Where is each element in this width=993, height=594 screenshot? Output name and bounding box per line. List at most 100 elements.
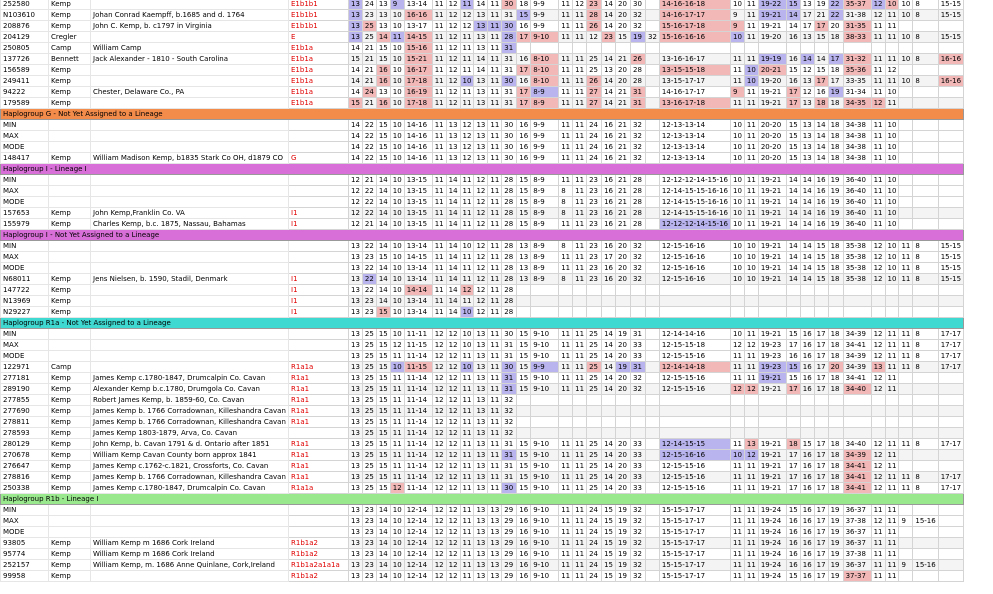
marker-cell: 11 [558,20,574,32]
marker-cell: 17 [516,97,532,109]
marker-cell: 15 [601,548,616,560]
marker-cell: 12 [870,240,886,252]
marker-cell [572,306,588,318]
marker-cell: 11 [729,64,745,76]
marker-cell: 20 [614,383,631,395]
marker-cell: 15 [516,174,532,186]
surname-cell: Kemp [48,372,91,384]
marker-cell: 9-10 [530,559,560,571]
marker-cell: 11 [459,471,475,483]
marker-cell: 11 [487,218,503,230]
marker-cell: 13 [473,526,489,538]
marker-cell: 33 [629,339,646,351]
marker-cell: 13 [348,570,363,582]
marker-cell [644,86,660,98]
marker-cell: 11 [870,152,886,164]
ancestor-cell [90,295,289,307]
marker-cell: 12 [348,196,363,208]
marker-cell: 13 [473,427,489,439]
marker-cell: 11 [487,196,503,208]
marker-cell: 15 [375,449,391,461]
haplogroup-cell: E1b1b1 [288,0,349,10]
marker-cell: 17 [516,86,532,98]
marker-cell: 23 [601,31,616,43]
marker-cell: 11 [572,251,588,263]
marker-cell [842,394,872,406]
marker-cell: 13 [348,350,363,362]
marker-cell [937,460,965,472]
marker-cell: 21 [614,207,631,219]
kit-number-cell: 270678 [0,449,49,461]
ancestor-cell: William Madison Kemp, b1835 Stark Co OH,… [90,152,289,164]
marker-cell: 11 [558,152,574,164]
marker-cell: 12 [459,141,475,153]
marker-cell [644,207,660,219]
table-row: N103610 Kemp Johan Conrad Kaempff, b.1685 … [0,9,965,21]
marker-cell: 10 [898,75,914,87]
marker-cell [799,416,815,428]
marker-cell: 11 [884,482,900,494]
marker-cell: 9 [729,20,745,32]
marker-cell [743,394,759,406]
marker-cell: 11 [743,559,759,571]
kit-number-cell: 95774 [0,548,49,560]
marker-cell: 31 [501,97,518,109]
marker-cell [870,284,886,296]
marker-cell: 12 [431,449,447,461]
marker-cell: 11 [743,152,759,164]
marker-cell: 20 [614,240,631,252]
marker-cell: 11 [729,471,745,483]
marker-cell: 14 [601,53,616,65]
marker-cell: 14 [445,295,461,307]
ancestor-cell [90,31,289,43]
marker-cell: 19 [614,361,631,373]
marker-cell: 11-14 [403,438,433,450]
marker-cell [898,372,914,384]
marker-cell [898,460,914,472]
marker-cell: 15 [516,449,532,461]
marker-cell: 11 [431,0,447,10]
surname-cell [48,251,91,263]
marker-cell: 12-15-16-16 [658,251,731,263]
marker-cell: 11 [572,449,588,461]
marker-cell [629,284,646,296]
marker-cell [898,548,914,560]
marker-cell: 25 [586,53,603,65]
marker-cell: 12 [445,482,461,494]
marker-cell: 19 [614,559,631,571]
marker-cell: 24 [586,515,603,527]
marker-cell [884,427,900,439]
marker-cell: 11 [487,240,503,252]
marker-cell: 14 [785,185,801,197]
marker-cell [785,405,801,417]
marker-cell [743,405,759,417]
marker-cell [799,405,815,417]
marker-cell [644,174,660,186]
marker-cell: 32 [629,383,646,395]
marker-cell [644,537,660,549]
marker-cell: 12-15-15-16 [658,460,731,472]
marker-cell [912,383,939,395]
haplogroup-cell [288,240,349,252]
marker-cell: 17 [827,53,844,65]
surname-cell: Kemp [48,394,91,406]
marker-cell: 8 [912,361,939,373]
marker-cell [827,306,844,318]
marker-cell [898,185,914,197]
marker-cell: 11 [389,449,405,461]
marker-cell: 15 [813,31,829,43]
marker-cell: 10 [743,64,759,76]
marker-cell: 19-24 [757,526,787,538]
marker-cell: 11 [431,64,447,76]
kit-number-cell: 208876 [0,20,49,32]
marker-cell: 12 [870,372,886,384]
marker-cell: 14 [445,240,461,252]
marker-cell: 15 [785,372,801,384]
marker-cell: 11 [558,482,574,494]
marker-cell [516,284,532,296]
marker-cell: 15 [375,460,391,472]
stat-row: MODE 13 22 14 10 13-14 11 14 11 12 11 28 13 8-9 11 11 23… [0,262,965,274]
marker-cell: 16 [799,372,815,384]
marker-cell: 12 [743,449,759,461]
marker-cell: 8-9 [530,251,560,263]
